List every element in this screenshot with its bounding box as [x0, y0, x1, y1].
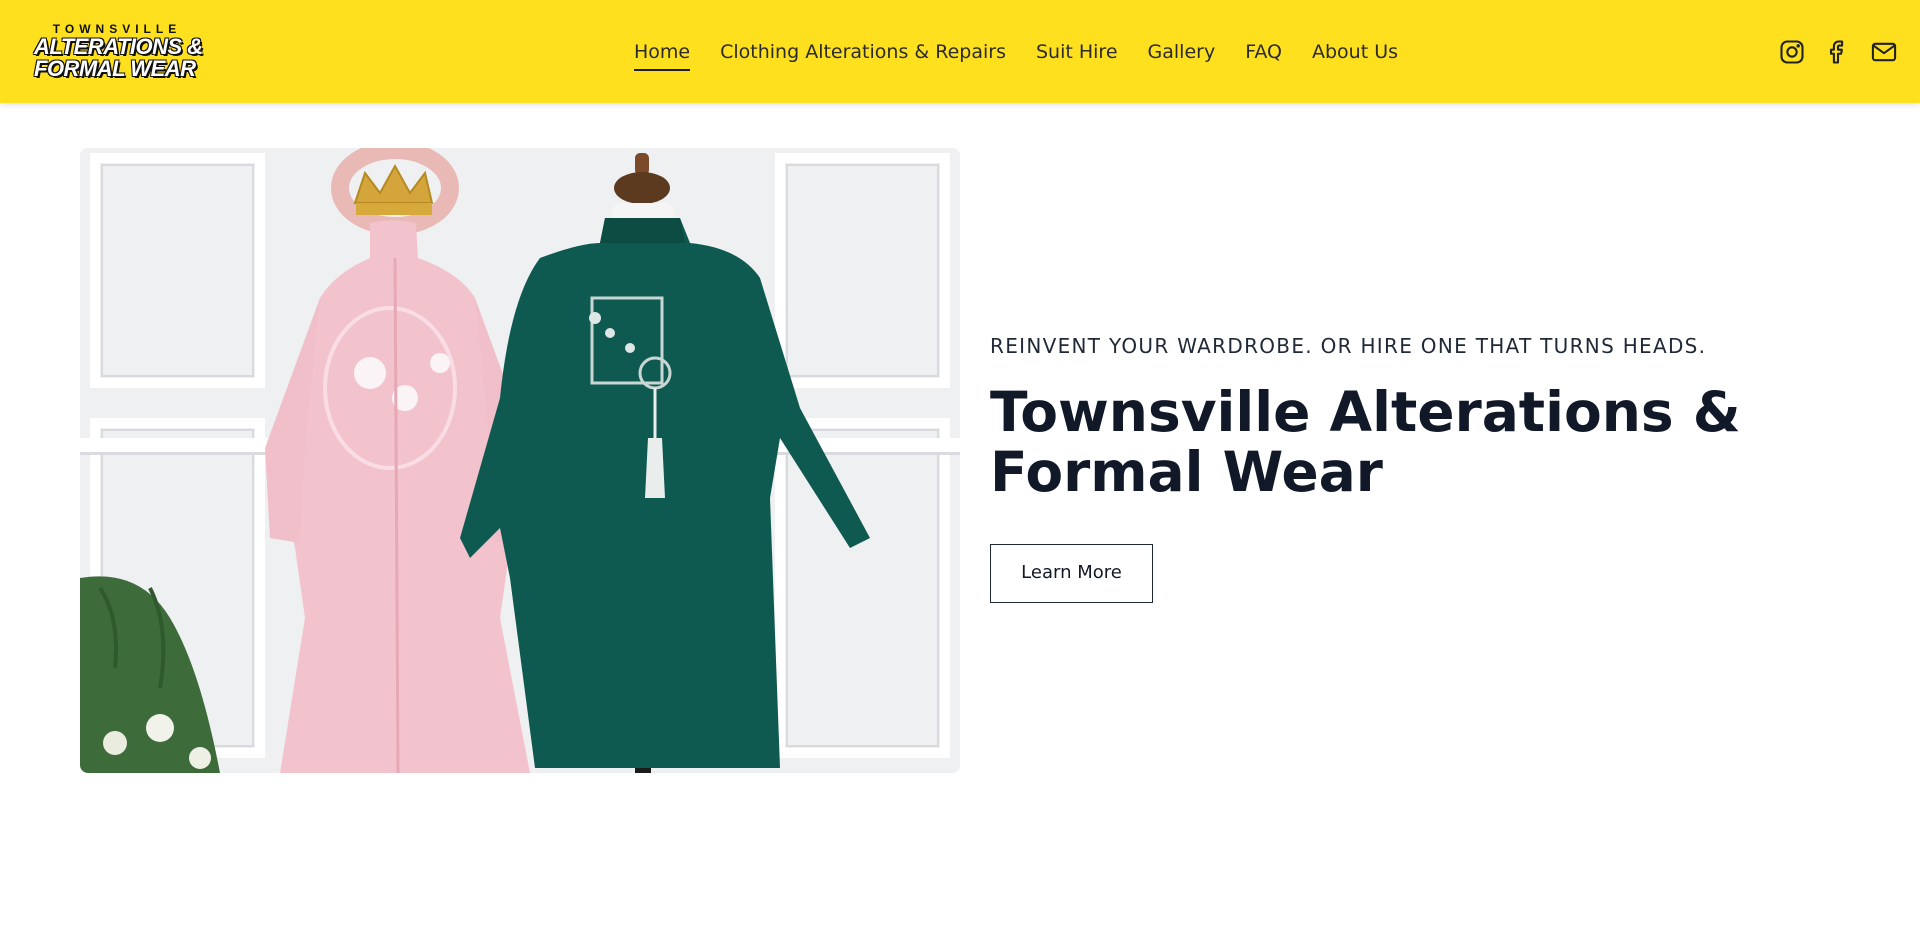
nav-suit-hire[interactable]: Suit Hire [1036, 38, 1118, 68]
hero-eyebrow: REINVENT YOUR WARDROBE. OR HIRE ONE THAT… [990, 334, 1707, 358]
mail-icon[interactable] [1870, 38, 1898, 66]
logo[interactable]: TOWNSVILLE ALTERATIONS & FORMAL WEAR [34, 22, 214, 82]
social-links [1778, 38, 1898, 66]
main-nav: Home Clothing Alterations & Repairs Suit… [634, 38, 1428, 71]
nav-gallery[interactable]: Gallery [1148, 38, 1216, 68]
logo-line-2: FORMAL WEAR [34, 56, 196, 81]
instagram-icon[interactable] [1778, 38, 1806, 66]
nav-home[interactable]: Home [634, 38, 691, 71]
facebook-icon[interactable] [1824, 38, 1852, 66]
site-header: TOWNSVILLE ALTERATIONS & FORMAL WEAR Hom… [0, 0, 1920, 103]
hero-title: Townsville Alterations & Formal Wear [990, 380, 1741, 504]
hero-photo-illustration [80, 148, 960, 773]
logo-line-1: ALTERATIONS & [34, 34, 203, 59]
nav-faq[interactable]: FAQ [1245, 38, 1282, 68]
hero-image [80, 148, 960, 773]
hero-text: REINVENT YOUR WARDROBE. OR HIRE ONE THAT… [990, 332, 1870, 603]
nav-about-us[interactable]: About Us [1312, 38, 1398, 68]
learn-more-button[interactable]: Learn More [990, 544, 1153, 603]
nav-clothing-alterations-repairs[interactable]: Clothing Alterations & Repairs [720, 38, 1006, 68]
